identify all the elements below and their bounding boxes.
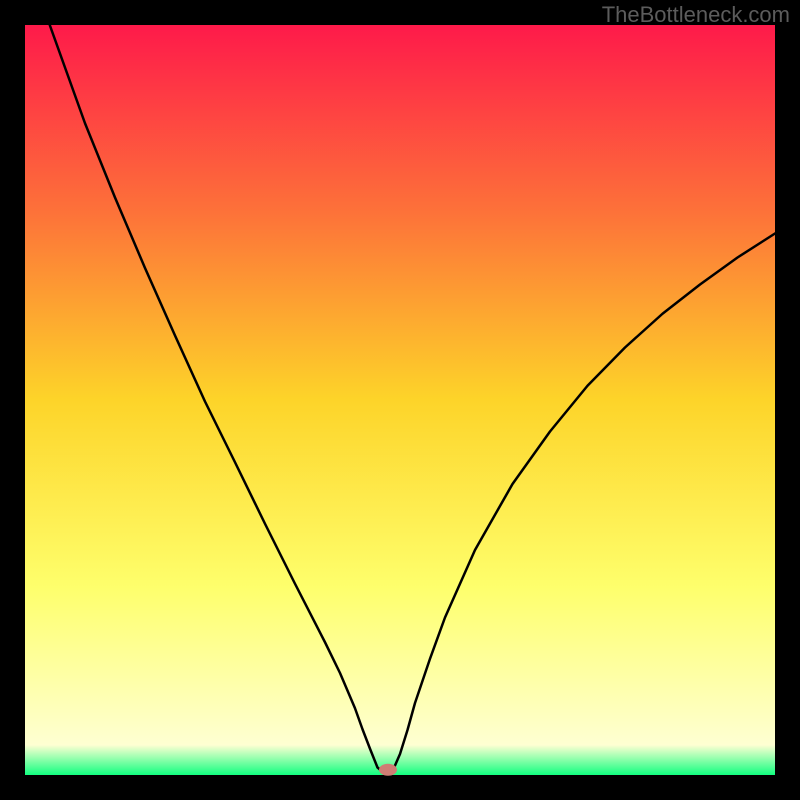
- optimal-marker: [379, 764, 397, 776]
- chart-background: [25, 25, 775, 775]
- bottleneck-chart: TheBottleneck.com: [0, 0, 800, 800]
- watermark-text: TheBottleneck.com: [602, 2, 790, 28]
- chart-svg: [0, 0, 800, 800]
